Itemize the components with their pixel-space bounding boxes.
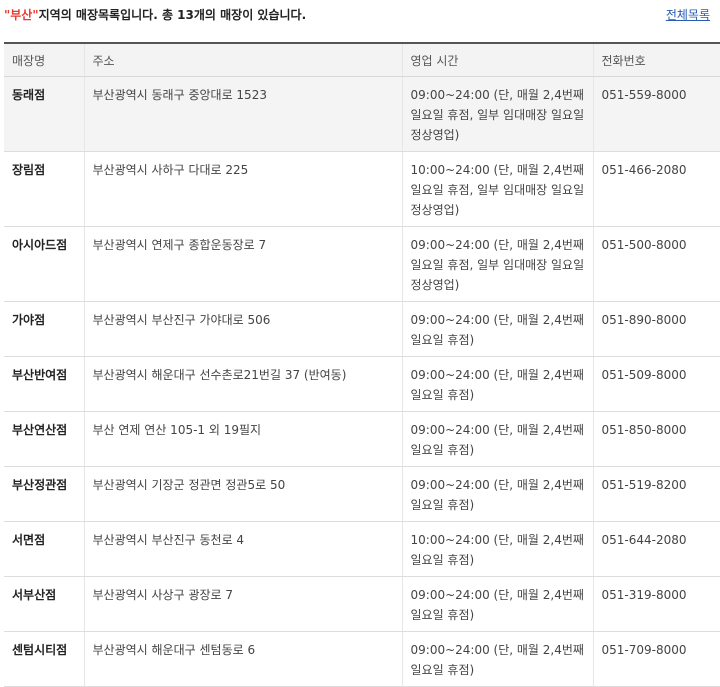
store-hours: 10:00~24:00 (단, 매월 2,4번째 일요일 휴점, 일부 임대매장… [401, 151, 593, 227]
table-header-row: 매장명 주소 영업 시간 전화번호 [4, 43, 720, 77]
store-name[interactable]: 부산반여점 [4, 356, 84, 412]
store-name[interactable]: 장림점 [4, 151, 84, 227]
store-address: 부산광역시 부산진구 동천로 4 [83, 521, 402, 577]
table-row[interactable]: 아시아드점 부산광역시 연제구 종합운동장로 7 09:00~24:00 (단,… [4, 226, 720, 302]
store-name[interactable]: 아시아드점 [4, 226, 84, 302]
store-phone: 051-519-8200 [592, 466, 720, 522]
table-row[interactable]: 부산연산점 부산 연제 연산 105-1 외 19필지 09:00~24:00 … [4, 411, 720, 467]
store-phone: 051-890-8000 [592, 301, 720, 357]
store-phone: 051-850-8000 [592, 411, 720, 467]
store-hours: 09:00~24:00 (단, 매월 2,4번째 일요일 휴점) [401, 631, 593, 687]
store-hours: 09:00~24:00 (단, 매월 2,4번째 일요일 휴점) [401, 576, 593, 632]
store-name[interactable]: 센텀시티점 [4, 631, 84, 687]
store-phone: 051-500-8000 [592, 226, 720, 302]
table-row[interactable]: 동래점 부산광역시 동래구 중앙대로 1523 09:00~24:00 (단, … [4, 76, 720, 152]
store-hours: 10:00~24:00 (단, 매월 2,4번째 일요일 휴점) [401, 521, 593, 577]
table-row[interactable]: 장림점 부산광역시 사하구 다대로 225 10:00~24:00 (단, 매월… [4, 151, 720, 227]
store-name[interactable]: 가야점 [4, 301, 84, 357]
store-phone: 051-559-8000 [592, 76, 720, 152]
summary-text: 지역의 매장목록입니다. 총 13개의 매장이 있습니다. [38, 8, 307, 22]
table-row[interactable]: 부산정관점 부산광역시 기장군 정관면 정관5로 50 09:00~24:00 … [4, 466, 720, 522]
table-row[interactable]: 센텀시티점 부산광역시 해운대구 센텀동로 6 09:00~24:00 (단, … [4, 631, 720, 687]
store-address: 부산광역시 연제구 종합운동장로 7 [83, 226, 402, 302]
table-row[interactable]: 서부산점 부산광역시 사상구 광장로 7 09:00~24:00 (단, 매월 … [4, 576, 720, 632]
store-phone: 051-644-2080 [592, 521, 720, 577]
store-address: 부산 연제 연산 105-1 외 19필지 [83, 411, 402, 467]
header-address: 주소 [83, 43, 402, 77]
store-address: 부산광역시 기장군 정관면 정관5로 50 [83, 466, 402, 522]
list-header: "부산"지역의 매장목록입니다. 총 13개의 매장이 있습니다. 전체목록 [0, 0, 720, 36]
header-hours: 영업 시간 [401, 43, 593, 77]
store-hours: 09:00~24:00 (단, 매월 2,4번째 일요일 휴점, 일부 임대매장… [401, 76, 593, 152]
view-all-link[interactable]: 전체목록 [666, 6, 710, 23]
store-name[interactable]: 부산연산점 [4, 411, 84, 467]
store-count-summary: "부산"지역의 매장목록입니다. 총 13개의 매장이 있습니다. [4, 6, 306, 23]
store-name[interactable]: 부산정관점 [4, 466, 84, 522]
store-hours: 09:00~24:00 (단, 매월 2,4번째 일요일 휴점, 일부 임대매장… [401, 226, 593, 302]
store-phone: 051-509-8000 [592, 356, 720, 412]
store-phone: 051-709-8000 [592, 631, 720, 687]
store-name[interactable]: 서면점 [4, 521, 84, 577]
store-address: 부산광역시 해운대구 선수촌로21번길 37 (반여동) [83, 356, 402, 412]
store-hours: 09:00~24:00 (단, 매월 2,4번째 일요일 휴점) [401, 301, 593, 357]
store-hours: 09:00~24:00 (단, 매월 2,4번째 일요일 휴점) [401, 356, 593, 412]
store-address: 부산광역시 해운대구 센텀동로 6 [83, 631, 402, 687]
header-store-name: 매장명 [4, 43, 84, 77]
region-name: 부산 [10, 8, 33, 22]
store-address: 부산광역시 사하구 다대로 225 [83, 151, 402, 227]
table-row[interactable]: 부산반여점 부산광역시 해운대구 선수촌로21번길 37 (반여동) 09:00… [4, 356, 720, 412]
store-hours: 09:00~24:00 (단, 매월 2,4번째 일요일 휴점) [401, 466, 593, 522]
store-address: 부산광역시 부산진구 가야대로 506 [83, 301, 402, 357]
store-name[interactable]: 서부산점 [4, 576, 84, 632]
table-row[interactable]: 가야점 부산광역시 부산진구 가야대로 506 09:00~24:00 (단, … [4, 301, 720, 357]
store-phone: 051-319-8000 [592, 576, 720, 632]
store-address: 부산광역시 동래구 중앙대로 1523 [83, 76, 402, 152]
store-table: 매장명 주소 영업 시간 전화번호 동래점 부산광역시 동래구 중앙대로 152… [4, 42, 720, 687]
table-row[interactable]: 서면점 부산광역시 부산진구 동천로 4 10:00~24:00 (단, 매월 … [4, 521, 720, 577]
store-address: 부산광역시 사상구 광장로 7 [83, 576, 402, 632]
header-phone: 전화번호 [592, 43, 720, 77]
store-phone: 051-466-2080 [592, 151, 720, 227]
store-hours: 09:00~24:00 (단, 매월 2,4번째 일요일 휴점) [401, 411, 593, 467]
store-name[interactable]: 동래점 [4, 76, 84, 152]
